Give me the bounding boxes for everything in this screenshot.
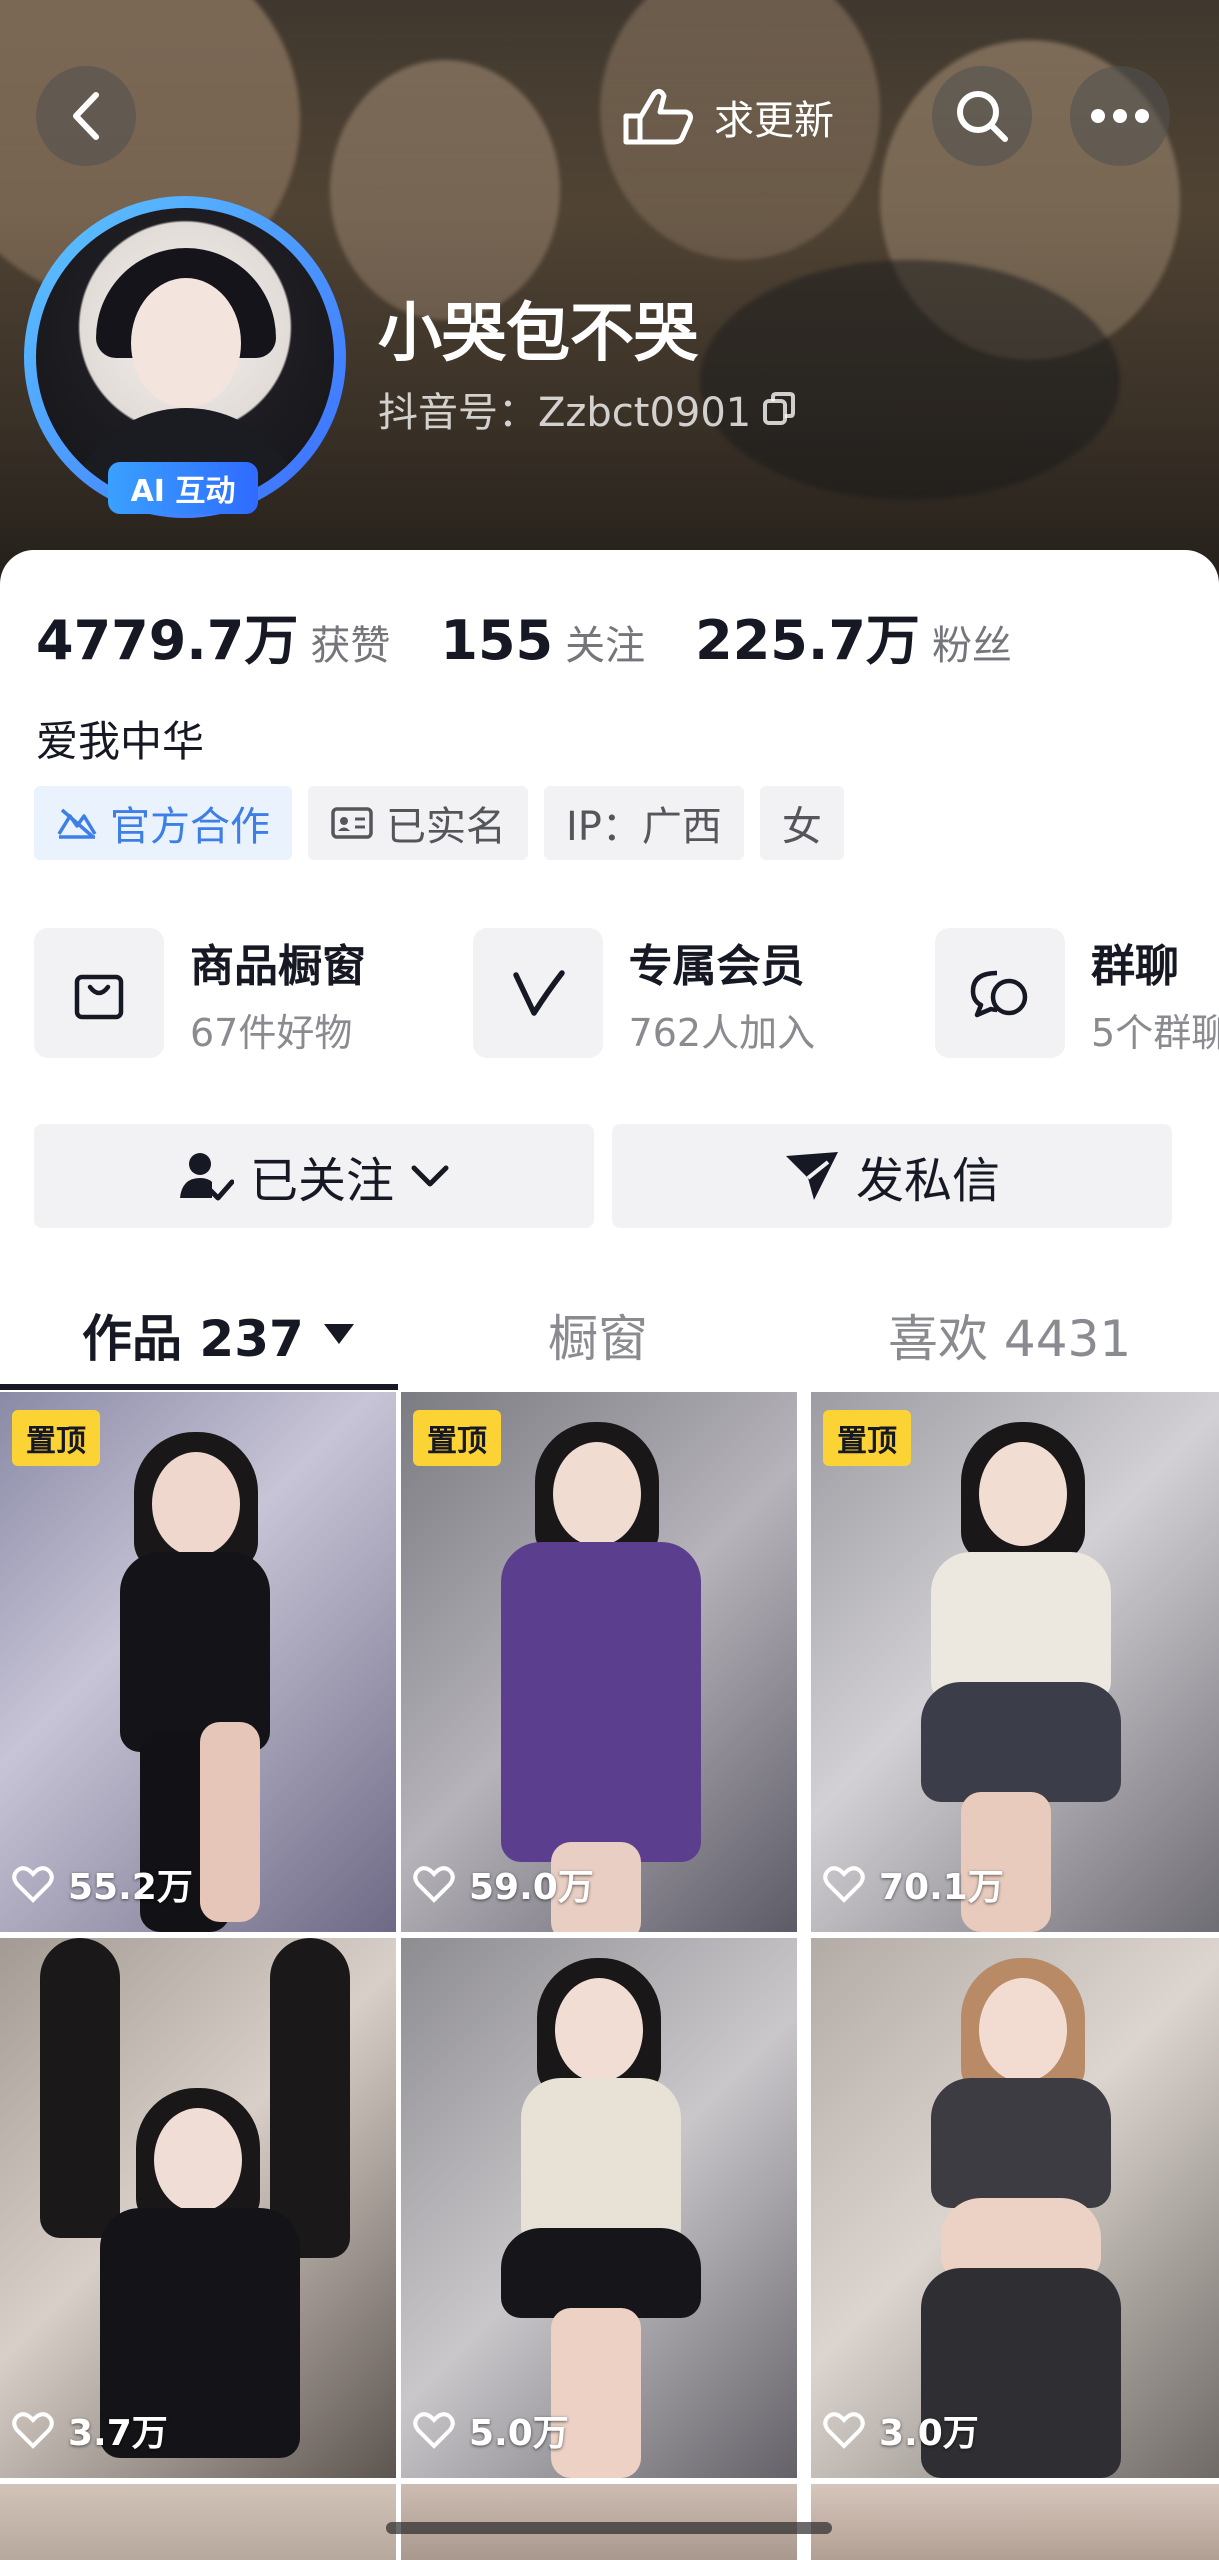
membership-v-icon (472, 928, 603, 1058)
followed-button[interactable]: 已关注 (34, 1124, 594, 1228)
verified-label: 已实名 (386, 804, 506, 850)
search-icon (957, 91, 1008, 142)
douyin-id-text: 抖音号：Zzbct0901 (378, 390, 752, 436)
services-row: 商品橱窗 67件好物 专属会员 762人加入 群聊 5个群聊 (34, 928, 1219, 1058)
service-title: 群聊 (1091, 940, 1180, 992)
service-subtitle: 5个群聊 (1091, 1010, 1219, 1055)
pinned-badge: 置顶 (413, 1410, 501, 1466)
tab-likes[interactable]: 喜欢 4431 (888, 1280, 1131, 1390)
home-indicator[interactable] (386, 2522, 832, 2534)
video-likes: 59.0万 (413, 1858, 594, 1910)
tab-shop-window[interactable]: 橱窗 (548, 1280, 648, 1390)
request-update-label: 求更新 (714, 98, 834, 144)
heart-icon (413, 2412, 455, 2449)
video-likes-count: 3.7万 (68, 2413, 168, 2454)
heart-icon (12, 1866, 54, 1903)
video-thumbnail[interactable]: 3.0万 (811, 1938, 1219, 2478)
video-likes: 5.0万 (413, 2404, 569, 2456)
chevron-down-icon (411, 1165, 449, 1187)
video-likes-count: 70.1万 (879, 1867, 1004, 1908)
ip-location-tag: IP：广西 (544, 786, 744, 860)
video-thumbnail[interactable]: 置顶 70.1万 (811, 1392, 1219, 1932)
back-button[interactable] (36, 66, 136, 166)
profile-stats: 4779.7万 获赞 155 关注 225.7万 粉丝 (36, 596, 1062, 675)
pinned-badge: 置顶 (12, 1410, 100, 1466)
video-likes: 3.7万 (12, 2404, 168, 2456)
official-partner-tag[interactable]: 官方合作 (34, 786, 292, 860)
shopping-bag-icon (34, 928, 164, 1058)
douyin-id[interactable]: 抖音号：Zzbct0901 (378, 380, 797, 438)
id-card-icon (331, 807, 373, 839)
more-button[interactable] (1070, 66, 1170, 166)
service-subtitle: 762人加入 (628, 1010, 816, 1055)
official-cooperation-icon (57, 808, 97, 839)
send-message-button[interactable]: 发私信 (612, 1124, 1172, 1228)
video-thumbnail[interactable]: 置顶 55.2万 (0, 1392, 396, 1932)
send-message-label: 发私信 (855, 1153, 1000, 1209)
heart-icon (823, 2412, 865, 2449)
tab-indicator (0, 1384, 398, 1390)
more-dots-icon (1091, 109, 1149, 123)
tab-works[interactable]: 作品 237 (82, 1280, 354, 1390)
heart-icon (12, 2412, 54, 2449)
paper-plane-icon (785, 1152, 838, 1200)
search-button[interactable] (932, 66, 1032, 166)
video-likes-count: 5.0万 (469, 2413, 569, 2454)
video-likes-count: 55.2万 (68, 1867, 193, 1908)
profile-tags: 官方合作 已实名 IP：广西 女 (34, 786, 844, 860)
profile-tabs: 作品 237 橱窗 喜欢 4431 (0, 1280, 1219, 1390)
tab-works-label: 作品 237 (82, 1310, 304, 1368)
chevron-left-icon (73, 92, 99, 140)
ip-location-label: IP：广西 (566, 804, 722, 850)
video-thumbnail[interactable] (0, 2484, 396, 2560)
likes-count: 4779.7万 (36, 609, 299, 672)
service-group-chat[interactable]: 群聊 5个群聊 (935, 928, 1219, 1058)
video-thumbnail[interactable] (811, 2484, 1219, 2560)
service-subtitle: 67件好物 (190, 1010, 353, 1055)
followed-label: 已关注 (249, 1153, 394, 1209)
heart-icon (413, 1866, 455, 1903)
video-likes: 3.0万 (823, 2404, 979, 2456)
service-title: 商品橱窗 (190, 940, 366, 992)
following-label[interactable]: 关注 (565, 613, 645, 671)
service-title: 专属会员 (628, 940, 805, 992)
video-thumbnail[interactable]: 3.7万 (0, 1938, 396, 2478)
ai-interaction-badge[interactable]: AI 互动 (108, 462, 258, 514)
profile-nickname: 小哭包不哭 (378, 297, 698, 371)
group-chat-icon (935, 928, 1066, 1058)
caret-down-icon (323, 1324, 354, 1344)
service-membership[interactable]: 专属会员 762人加入 (472, 928, 935, 1058)
user-check-icon (179, 1153, 234, 1201)
request-update-button[interactable]: 求更新 (620, 74, 834, 160)
pointing-hand-icon (623, 88, 693, 145)
heart-icon (823, 1866, 865, 1903)
service-shop-window[interactable]: 商品橱窗 67件好物 (34, 928, 473, 1058)
pinned-badge: 置顶 (823, 1410, 911, 1466)
gender-label: 女 (781, 804, 822, 850)
video-likes-count: 3.0万 (879, 2413, 979, 2454)
likes-label: 获赞 (310, 623, 391, 669)
followers-label[interactable]: 粉丝 (932, 613, 1012, 671)
gender-tag: 女 (759, 786, 844, 860)
video-thumbnail[interactable]: 置顶 59.0万 (401, 1392, 797, 1932)
video-thumbnail[interactable]: 5.0万 (401, 1938, 797, 2478)
video-likes: 55.2万 (12, 1858, 193, 1910)
followers-count[interactable]: 225.7万 (695, 596, 920, 675)
video-likes-count: 59.0万 (469, 1867, 594, 1908)
official-partner-label: 官方合作 (110, 804, 270, 850)
profile-bio: 爱我中华 (36, 717, 205, 766)
verified-tag[interactable]: 已实名 (308, 786, 528, 860)
video-likes: 70.1万 (823, 1858, 1004, 1910)
copy-icon (763, 392, 796, 425)
following-count[interactable]: 155 (440, 609, 553, 672)
